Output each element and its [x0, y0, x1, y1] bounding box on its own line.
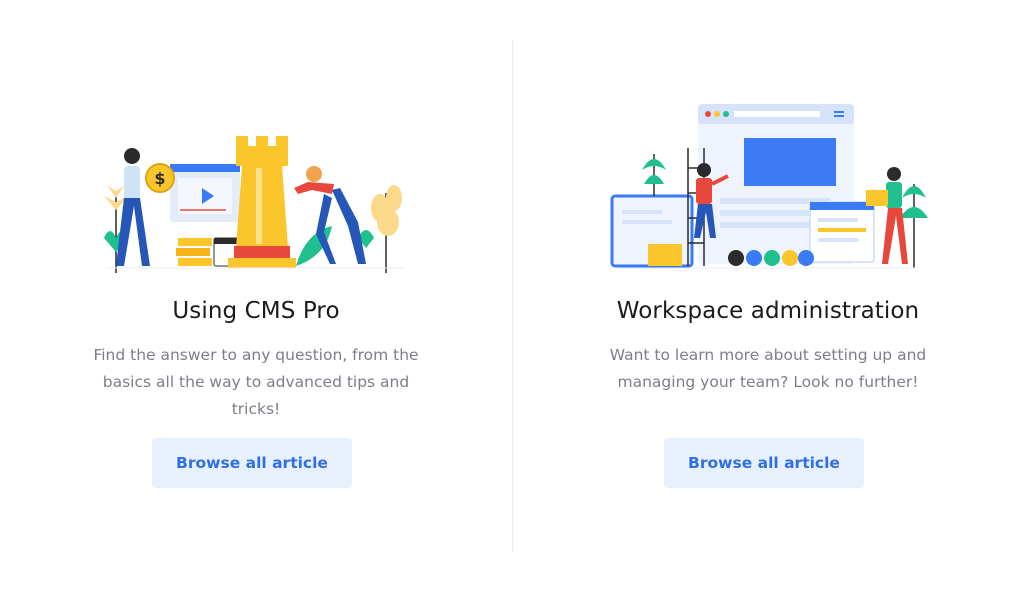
help-card-workspace: Workspace administration Want to learn m…: [512, 0, 1024, 592]
chess-rook-illustration: $: [104, 136, 406, 273]
svg-text:$: $: [154, 169, 165, 188]
card-title: Workspace administration: [616, 298, 920, 324]
person-with-coin-icon: $: [116, 148, 175, 266]
coin-stack-icon: [176, 238, 212, 266]
window-icon: [809, 201, 875, 263]
video-window-icon: [170, 164, 240, 222]
browse-all-article-button[interactable]: Browse all article: [664, 438, 864, 488]
help-card-cms: $ Using CMS Pro Find the answer to any q…: [0, 0, 512, 592]
browse-all-article-button[interactable]: Browse all article: [152, 438, 352, 488]
crypto-coins-icon: [728, 250, 814, 266]
card-title: Using CMS Pro: [172, 298, 340, 324]
plant-icon: [642, 154, 666, 196]
card-description: Want to learn more about setting up and …: [609, 346, 927, 391]
card-description: Find the answer to any question, from th…: [93, 346, 419, 418]
toolbox-icon: [648, 244, 682, 266]
website-building-illustration: [610, 104, 928, 269]
